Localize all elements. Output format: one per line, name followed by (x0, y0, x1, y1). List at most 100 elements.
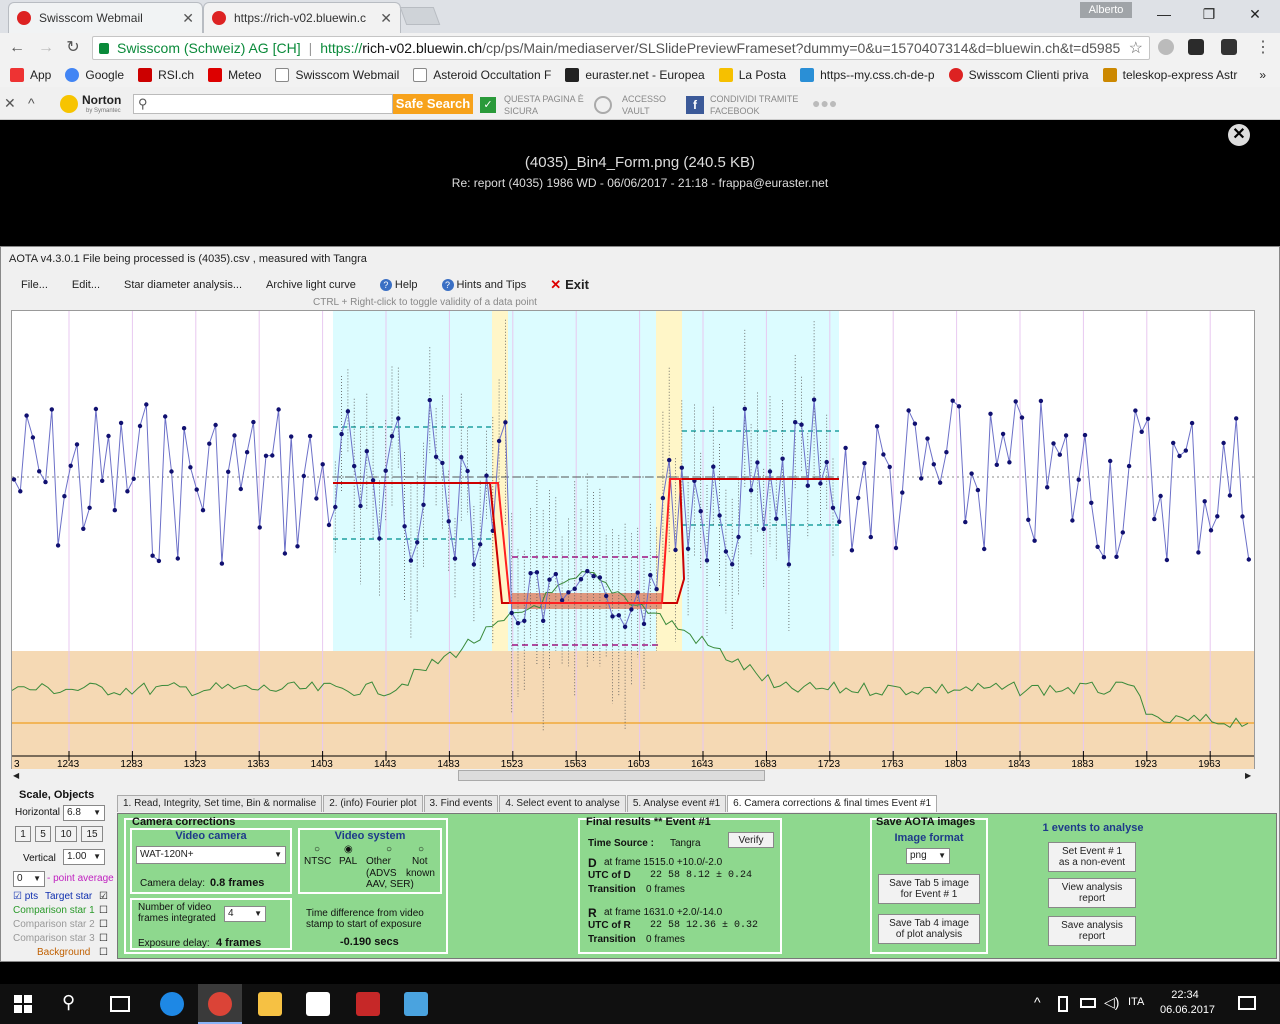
image-format-select[interactable]: png (906, 848, 950, 864)
bookmarks-more-button[interactable]: » (1259, 68, 1266, 82)
bookmark-webmail[interactable]: Swisscom Webmail (275, 68, 399, 82)
menu-hints[interactable]: ? Hints and Tips (441, 279, 526, 291)
not-known-radio[interactable]: ○ (418, 844, 424, 855)
restore-button[interactable]: ❐ (1196, 4, 1222, 24)
menu-dots-icon[interactable]: ⋮ (1252, 37, 1274, 59)
app-window-icon[interactable] (404, 992, 428, 1016)
close-tab-icon[interactable]: ✕ (182, 10, 194, 27)
save-tab5-button[interactable]: Save Tab 5 image for Event # 1 (878, 874, 980, 904)
x-tick-label: 1563 (564, 759, 587, 769)
profile-button[interactable]: Alberto (1080, 2, 1132, 18)
tab-mediaserver[interactable]: https://rich-v02.bluewin.c ✕ (203, 2, 401, 33)
pal-radio[interactable]: ◉ (344, 844, 353, 855)
usb-icon[interactable] (1058, 996, 1068, 1012)
tab-analyse-event[interactable]: 5. Analyse event #1 (626, 795, 727, 812)
collapse-toolbar-icon[interactable]: ^ (28, 95, 35, 111)
bookmark-swisscom-clienti[interactable]: Swisscom Clienti priva (948, 68, 1089, 82)
other-radio[interactable]: ○ (386, 844, 392, 855)
bookmark-apps[interactable]: App (10, 68, 51, 82)
edge-icon[interactable] (160, 992, 184, 1016)
scroll-left-icon[interactable]: ◀ (13, 771, 19, 780)
site-identity[interactable]: Swisscom (Schweiz) AG [CH] (117, 40, 301, 56)
menu-help[interactable]: ? Help (379, 279, 418, 291)
close-viewer-icon[interactable]: ✕ (1228, 124, 1250, 146)
light-curve-point (566, 590, 571, 595)
power-app-icon[interactable] (356, 992, 380, 1016)
task-view-icon[interactable] (110, 996, 130, 1012)
menu-edit[interactable]: Edit... (72, 279, 100, 291)
bookmark-css[interactable]: https--my.css.ch-de-p (800, 68, 935, 82)
input-language[interactable]: ITA (1128, 996, 1144, 1008)
bookmark-star-icon[interactable]: ☆ (1129, 38, 1143, 58)
save-tab4-button[interactable]: Save Tab 4 image of plot analysis (878, 914, 980, 944)
point-average-select[interactable]: 0 (13, 871, 45, 887)
tab-camera-corrections[interactable]: 6. Camera corrections & final times Even… (727, 795, 938, 812)
menu-archive[interactable]: Archive light curve (266, 279, 356, 291)
new-tab-button[interactable] (399, 7, 441, 25)
bookmark-teleskop[interactable]: teleskop-express Astr (1102, 68, 1237, 82)
verify-button[interactable]: Verify (728, 832, 774, 848)
share-facebook-button[interactable]: CONDIVIDI TRAMITE FACEBOOK (710, 93, 798, 117)
scroll-right-icon[interactable]: ▶ (1245, 771, 1251, 780)
target-star-checkbox[interactable]: ☑ (99, 891, 108, 902)
comparison-3-checkbox[interactable]: ☐ (99, 933, 108, 944)
menu-exit[interactable]: ✕ Exit (550, 277, 589, 293)
ntsc-radio[interactable]: ○ (314, 844, 320, 855)
network-icon[interactable] (1080, 998, 1096, 1008)
pts-checkbox[interactable]: ☑ pts (13, 891, 38, 902)
safe-search-button[interactable]: Safe Search (393, 94, 473, 114)
comparison-1-checkbox[interactable]: ☐ (99, 905, 108, 916)
extension-puzzle-icon[interactable] (1221, 39, 1237, 55)
view-report-button[interactable]: View analysis report (1048, 878, 1136, 908)
close-tab-icon[interactable]: ✕ (380, 10, 392, 27)
bookmark-laposta[interactable]: La Posta (718, 68, 786, 82)
close-toolbar-icon[interactable]: ✕ (4, 95, 16, 112)
norton-search-input[interactable]: ⚲ (133, 94, 393, 114)
zoom-1-button[interactable]: 1 (15, 826, 31, 842)
vault-access-button[interactable]: ACCESSO VAULT (622, 93, 666, 117)
tab-fourier[interactable]: 2. (info) Fourier plot (323, 795, 423, 812)
bookmark-rsi[interactable]: RSI.ch (138, 68, 194, 82)
frames-integrated-select[interactable]: 4 (224, 906, 266, 922)
tray-chevron-icon[interactable]: ^ (1034, 994, 1041, 1010)
start-icon[interactable] (14, 995, 32, 1013)
tab-find-events[interactable]: 3. Find events (423, 795, 499, 812)
zoom-15-button[interactable]: 15 (81, 826, 103, 842)
vertical-scale-input[interactable]: 1.00 (63, 849, 105, 865)
background-checkbox[interactable]: ☐ (99, 947, 108, 958)
menu-star-diameter[interactable]: Star diameter analysis... (124, 279, 242, 291)
bookmark-asteroid[interactable]: Asteroid Occultation F (413, 68, 551, 82)
back-button[interactable]: ← (6, 37, 28, 59)
plot-scrollbar-thumb[interactable] (458, 770, 765, 781)
light-curve-plot[interactable]: 3 1243 1283 1323 1363 1403 1443 1483 1523 1563 160… (11, 310, 1255, 770)
file-explorer-icon[interactable] (258, 992, 282, 1016)
extension-check-icon[interactable] (1188, 39, 1204, 55)
bookmark-google[interactable]: Google (65, 68, 124, 82)
volume-icon[interactable]: ◁) (1104, 994, 1119, 1011)
horizontal-scale-input[interactable]: 6.8 (63, 805, 105, 821)
address-bar[interactable]: Swisscom (Schweiz) AG [CH] | https:// ri… (92, 36, 1150, 60)
menu-file[interactable]: File... (21, 279, 48, 291)
tab-webmail[interactable]: Swisscom Webmail ✕ (8, 2, 203, 33)
more-dots-icon[interactable]: ●●● (812, 95, 837, 111)
forward-button[interactable]: → (35, 37, 57, 59)
notifications-icon[interactable] (1238, 996, 1256, 1010)
search-icon[interactable]: ⚲ (62, 992, 75, 1013)
tab-select-event[interactable]: 4. Select event to analyse (499, 795, 626, 812)
bookmark-meteo[interactable]: Meteo (208, 68, 261, 82)
extension-icon[interactable] (1158, 39, 1174, 55)
reload-button[interactable]: ↻ (62, 37, 84, 59)
tab-read-integrity[interactable]: 1. Read, Integrity, Set time, Bin & norm… (117, 795, 323, 812)
clock[interactable]: 22:34 06.06.2017 (1160, 988, 1215, 1018)
zoom-10-button[interactable]: 10 (55, 826, 77, 842)
save-report-button[interactable]: Save analysis report (1048, 916, 1136, 946)
bookmark-euraster[interactable]: euraster.net - Europea (565, 68, 705, 82)
store-icon[interactable] (306, 992, 330, 1016)
zoom-5-button[interactable]: 5 (35, 826, 51, 842)
close-window-button[interactable]: ✕ (1242, 4, 1268, 24)
set-non-event-button[interactable]: Set Event # 1 as a non-event (1048, 842, 1136, 872)
camera-select[interactable]: WAT-120N+ (136, 846, 286, 864)
comparison-2-checkbox[interactable]: ☐ (99, 919, 108, 930)
page-safe-button[interactable]: QUESTA PAGINA È SICURA (504, 93, 584, 117)
minimize-button[interactable]: — (1151, 4, 1177, 24)
